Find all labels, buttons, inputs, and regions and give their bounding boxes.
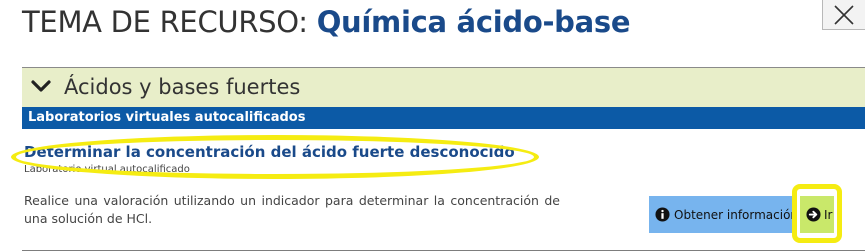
section-header: Laboratorios virtuales autocalificados [22,107,865,129]
chevron-down-icon [31,80,51,92]
accordion-header[interactable]: Ácidos y bases fuertes [22,67,865,107]
go-button-label: Ir [824,207,833,222]
resource-description: Realice una valoración utilizando un ind… [24,193,560,226]
info-button-label: Obtener información [674,207,799,222]
divider [22,250,865,251]
resource-type: Laboratorio virtual autocalificado [24,164,190,175]
close-icon [834,5,854,25]
go-button[interactable]: Ir [800,196,834,233]
accordion-label: Ácidos y bases fuertes [64,75,301,99]
title-prefix: TEMA DE RECURSO: [22,5,317,39]
close-button[interactable] [822,0,865,30]
page-title: TEMA DE RECURSO: Química ácido-base [22,2,631,42]
arrow-right-circle-icon [806,207,821,222]
info-icon [655,207,670,222]
info-button[interactable]: Obtener información [649,196,799,233]
resource-title-link[interactable]: Determinar la concentración del ácido fu… [24,143,515,161]
title-topic: Química ácido-base [316,5,631,39]
